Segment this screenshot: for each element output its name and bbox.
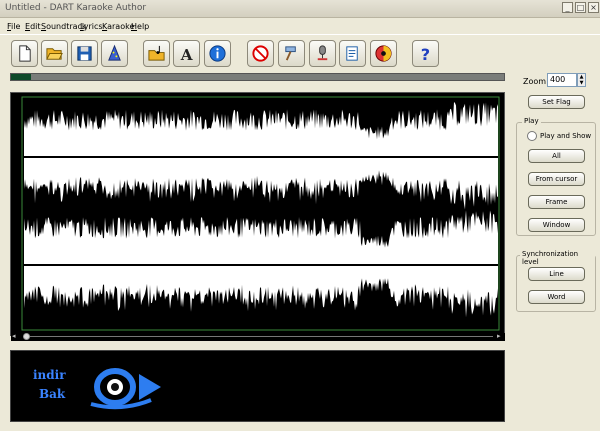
play-frame-button[interactable]: Frame <box>528 195 585 209</box>
info-icon <box>209 45 226 62</box>
waveform-scrollbar[interactable]: ◂ ▸ <box>11 333 505 341</box>
no-tool-button[interactable] <box>247 40 274 67</box>
title-bar: Untitled - DART Karaoke Author _ □ × <box>0 0 600 18</box>
menu-edit[interactable]: Edit <box>25 22 41 31</box>
waveform-display[interactable] <box>10 95 505 332</box>
svg-text:A: A <box>180 46 193 63</box>
wizard-button[interactable] <box>101 40 128 67</box>
zoom-spinner[interactable]: ▲ ▼ <box>577 73 586 87</box>
zoom-label: Zoom: <box>523 77 549 86</box>
sync-group: Synchronization level Line Word <box>516 250 596 312</box>
play-and-show-label: Play and Show <box>540 132 592 140</box>
menu-lyrics[interactable]: Lyrics <box>80 22 103 31</box>
menu-help[interactable]: Help <box>131 22 149 31</box>
window-title: Untitled - DART Karaoke Author <box>5 3 147 13</box>
help-question-icon: ? <box>421 45 430 63</box>
scroll-right-icon[interactable]: ▸ <box>497 333 501 340</box>
play-all-button[interactable]: All <box>528 149 585 163</box>
close-button[interactable]: × <box>588 2 599 13</box>
sync-line-button[interactable]: Line <box>528 267 585 281</box>
floppy-disk-icon <box>77 46 92 61</box>
microphone-icon <box>317 45 328 61</box>
font-button[interactable]: A <box>173 40 200 67</box>
playback-progress-bar <box>10 73 505 81</box>
open-button[interactable] <box>41 40 68 67</box>
play-from-cursor-button[interactable]: From cursor <box>528 172 585 186</box>
spin-down-icon[interactable]: ▼ <box>578 80 585 86</box>
minimize-button[interactable]: _ <box>562 2 573 13</box>
info-button[interactable] <box>204 40 231 67</box>
waveform-right-channel <box>24 210 498 318</box>
new-document-icon <box>19 45 31 62</box>
lyrics-display: indir Bak <box>10 350 505 422</box>
zoom-input[interactable]: 400 <box>547 73 577 87</box>
svg-text:?: ? <box>421 45 430 63</box>
help-button[interactable]: ? <box>412 40 439 67</box>
scroll-left-icon[interactable]: ◂ <box>12 333 16 340</box>
menu-bar: File Edit Soundtrack Lyrics Karaoke Help <box>0 19 600 35</box>
microphone-button[interactable] <box>309 40 336 67</box>
waveform-left-channel <box>24 102 498 210</box>
watermark-logo-icon <box>90 368 161 410</box>
set-flag-button[interactable]: Set Flag <box>528 95 585 109</box>
font-icon: A <box>180 46 193 63</box>
play-window-button[interactable]: Window <box>528 218 585 232</box>
lyrics-sheet-icon <box>346 46 358 61</box>
no-sign-icon <box>252 45 269 62</box>
wizard-hat-icon <box>108 44 121 61</box>
scroll-track <box>23 336 493 337</box>
lyrics-sheet-button[interactable] <box>339 40 366 67</box>
hammer-button[interactable] <box>278 40 305 67</box>
open-soundtrack-button[interactable] <box>143 40 170 67</box>
play-group: Play Play and Show All From cursor Frame… <box>516 117 596 236</box>
disc-icon <box>375 45 392 62</box>
folder-music-icon <box>148 45 165 61</box>
new-button[interactable] <box>11 40 38 67</box>
disc-button[interactable] <box>370 40 397 67</box>
scroll-thumb[interactable] <box>23 333 30 340</box>
play-and-show-radio[interactable] <box>527 131 537 141</box>
menu-karaoke[interactable]: Karaoke <box>102 22 134 31</box>
logo-text-line1: indir <box>33 368 66 382</box>
toolbar: A ? <box>0 34 600 68</box>
sync-word-button[interactable]: Word <box>528 290 585 304</box>
waveform-left-channel-center-line <box>24 156 498 158</box>
play-group-label: Play <box>522 117 541 125</box>
sync-group-label: Synchronization level <box>520 250 595 266</box>
logo-text-line2: Bak <box>39 387 66 401</box>
save-button[interactable] <box>71 40 98 67</box>
progress-fill <box>11 74 31 80</box>
menu-file[interactable]: File <box>7 22 20 31</box>
folder-open-icon <box>46 48 63 60</box>
hammer-icon <box>285 46 296 61</box>
maximize-button[interactable]: □ <box>575 2 586 13</box>
waveform-right-channel-center-line <box>24 264 498 266</box>
